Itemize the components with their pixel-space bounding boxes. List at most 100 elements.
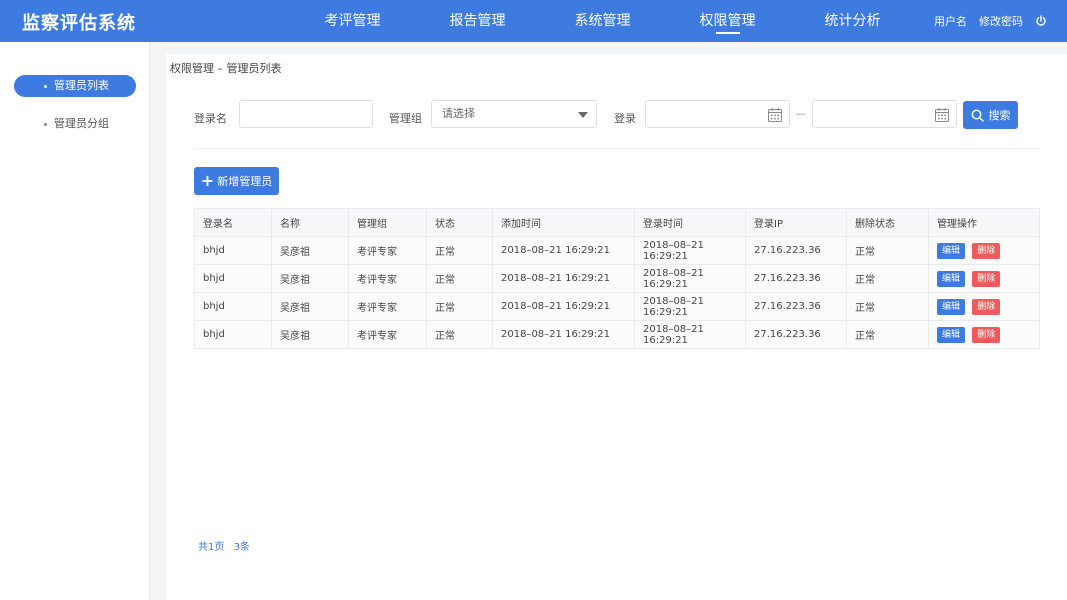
column-header[interactable]: 状态 bbox=[426, 208, 493, 237]
cell-status: 正常 bbox=[426, 292, 493, 321]
cell-login-time: 2018–08–21 16:29:21 bbox=[634, 320, 746, 349]
cell-added-time: 2018–08–21 16:29:21 bbox=[492, 320, 635, 349]
username-link[interactable]: 用户名 bbox=[934, 13, 967, 29]
nav-item-reports[interactable]: 报告管理 bbox=[415, 0, 540, 42]
power-icon[interactable] bbox=[1035, 15, 1047, 27]
cell-delete-status: 正常 bbox=[846, 292, 929, 321]
cell-login-ip: 27.16.223.36 bbox=[745, 264, 847, 293]
edit-button[interactable]: 编辑 bbox=[937, 270, 966, 287]
cell-name: 吴彦祖 bbox=[271, 236, 349, 265]
cell-added-time: 2018–08–21 16:29:21 bbox=[492, 236, 635, 265]
calendar-icon[interactable] bbox=[934, 107, 950, 123]
column-header[interactable]: 删除状态 bbox=[846, 208, 929, 237]
nav-item-system[interactable]: 系统管理 bbox=[540, 0, 665, 42]
column-header[interactable]: 登录IP bbox=[745, 208, 847, 237]
sidebar-item-admin-list[interactable]: 管理员列表 bbox=[14, 75, 136, 97]
cell-actions: 编辑 删除 bbox=[928, 292, 1040, 321]
cell-login-name: bhjd bbox=[194, 292, 272, 321]
group-label: 管理组 bbox=[389, 112, 422, 125]
table-row: bhjd 吴彦祖 考评专家 正常 2018–08–21 16:29:21 201… bbox=[194, 292, 1040, 321]
cell-login-time: 2018–08–21 16:29:21 bbox=[634, 236, 746, 265]
sidebar-item-admin-groups[interactable]: 管理员分组 bbox=[14, 113, 136, 135]
date-end-input[interactable] bbox=[812, 100, 957, 128]
add-admin-button[interactable]: + 新增管理员 bbox=[194, 167, 279, 195]
plus-icon: + bbox=[200, 171, 215, 190]
table-row: bhjd 吴彦祖 考评专家 正常 2018–08–21 16:29:21 201… bbox=[194, 320, 1040, 349]
cell-delete-status: 正常 bbox=[846, 320, 929, 349]
calendar-icon[interactable] bbox=[767, 107, 783, 123]
cell-group: 考评专家 bbox=[348, 320, 427, 349]
group-select[interactable]: 请选择 bbox=[431, 100, 597, 128]
add-admin-label: 新增管理员 bbox=[217, 175, 273, 188]
cell-delete-status: 正常 bbox=[846, 236, 929, 265]
sidebar-item-label: 管理员分组 bbox=[54, 117, 109, 130]
table-header-row: 登录名 名称 管理组 状态 添加时间 登录时间 登录IP 删除状态 管理操作 bbox=[194, 208, 1040, 237]
login-label: 登录 bbox=[614, 112, 636, 125]
cell-actions: 编辑 删除 bbox=[928, 236, 1040, 265]
cell-status: 正常 bbox=[426, 264, 493, 293]
login-name-input[interactable] bbox=[239, 100, 373, 128]
delete-button[interactable]: 删除 bbox=[972, 326, 1001, 343]
cell-status: 正常 bbox=[426, 236, 493, 265]
cell-name: 吴彦祖 bbox=[271, 264, 349, 293]
cell-login-name: bhjd bbox=[194, 264, 272, 293]
table-row: bhjd 吴彦祖 考评专家 正常 2018–08–21 16:29:21 201… bbox=[194, 236, 1040, 265]
cell-name: 吴彦祖 bbox=[271, 320, 349, 349]
cell-added-time: 2018–08–21 16:29:21 bbox=[492, 292, 635, 321]
nav-item-statistics[interactable]: 统计分析 bbox=[790, 0, 915, 42]
cell-login-ip: 27.16.223.36 bbox=[745, 320, 847, 349]
edit-button[interactable]: 编辑 bbox=[937, 298, 966, 315]
cell-actions: 编辑 删除 bbox=[928, 264, 1040, 293]
column-header[interactable]: 管理操作 bbox=[928, 208, 1040, 237]
nav-item-permissions[interactable]: 权限管理 bbox=[665, 0, 790, 42]
cell-actions: 编辑 删除 bbox=[928, 320, 1040, 349]
cell-status: 正常 bbox=[426, 320, 493, 349]
main-nav: 考评管理 报告管理 系统管理 权限管理 统计分析 bbox=[290, 0, 915, 42]
search-button[interactable]: 搜索 bbox=[963, 101, 1018, 129]
page-count: 共1页 bbox=[198, 542, 225, 553]
delete-button[interactable]: 删除 bbox=[972, 242, 1001, 259]
cell-name: 吴彦祖 bbox=[271, 292, 349, 321]
sidebar: 管理员列表 管理员分组 bbox=[0, 42, 150, 600]
breadcrumb: 权限管理 – 管理员列表 bbox=[170, 62, 282, 75]
cell-login-ip: 27.16.223.36 bbox=[745, 292, 847, 321]
column-header[interactable]: 添加时间 bbox=[492, 208, 635, 237]
group-select-value: 请选择 bbox=[442, 107, 475, 120]
pagination: 共1页 3条 bbox=[198, 538, 256, 553]
column-header[interactable]: 登录时间 bbox=[634, 208, 746, 237]
cell-login-time: 2018–08–21 16:29:21 bbox=[634, 264, 746, 293]
delete-button[interactable]: 删除 bbox=[972, 298, 1001, 315]
cell-login-name: bhjd bbox=[194, 320, 272, 349]
date-separator: — bbox=[795, 107, 806, 120]
admin-table: 登录名 名称 管理组 状态 添加时间 登录时间 登录IP 删除状态 管理操作 b… bbox=[194, 208, 1040, 349]
login-name-label: 登录名 bbox=[194, 112, 227, 125]
cell-login-ip: 27.16.223.36 bbox=[745, 236, 847, 265]
chevron-down-icon bbox=[578, 112, 588, 118]
sidebar-item-label: 管理员列表 bbox=[54, 79, 109, 92]
column-header[interactable]: 管理组 bbox=[348, 208, 427, 237]
main-content: 权限管理 – 管理员列表 登录名 管理组 请选择 登录 — 搜索 + 新增管理员… bbox=[166, 54, 1067, 600]
column-header[interactable]: 登录名 bbox=[194, 208, 272, 237]
record-count: 3条 bbox=[233, 542, 250, 553]
user-area: 用户名 修改密码 bbox=[922, 0, 1047, 42]
edit-button[interactable]: 编辑 bbox=[937, 326, 966, 343]
nav-item-evaluation[interactable]: 考评管理 bbox=[290, 0, 415, 42]
delete-button[interactable]: 删除 bbox=[972, 270, 1001, 287]
table-row: bhjd 吴彦祖 考评专家 正常 2018–08–21 16:29:21 201… bbox=[194, 264, 1040, 293]
edit-button[interactable]: 编辑 bbox=[937, 242, 966, 259]
cell-group: 考评专家 bbox=[348, 264, 427, 293]
search-button-label: 搜索 bbox=[988, 109, 1011, 122]
cell-added-time: 2018–08–21 16:29:21 bbox=[492, 264, 635, 293]
cell-login-time: 2018–08–21 16:29:21 bbox=[634, 292, 746, 321]
date-start-input[interactable] bbox=[645, 100, 790, 128]
column-header[interactable]: 名称 bbox=[271, 208, 349, 237]
divider bbox=[194, 148, 1040, 149]
change-password-link[interactable]: 修改密码 bbox=[979, 13, 1023, 29]
cell-login-name: bhjd bbox=[194, 236, 272, 265]
cell-group: 考评专家 bbox=[348, 236, 427, 265]
cell-group: 考评专家 bbox=[348, 292, 427, 321]
search-icon bbox=[971, 109, 984, 122]
app-title: 监察评估系统 bbox=[22, 13, 136, 34]
top-bar: 监察评估系统 考评管理 报告管理 系统管理 权限管理 统计分析 用户名 修改密码 bbox=[0, 0, 1067, 42]
cell-delete-status: 正常 bbox=[846, 264, 929, 293]
